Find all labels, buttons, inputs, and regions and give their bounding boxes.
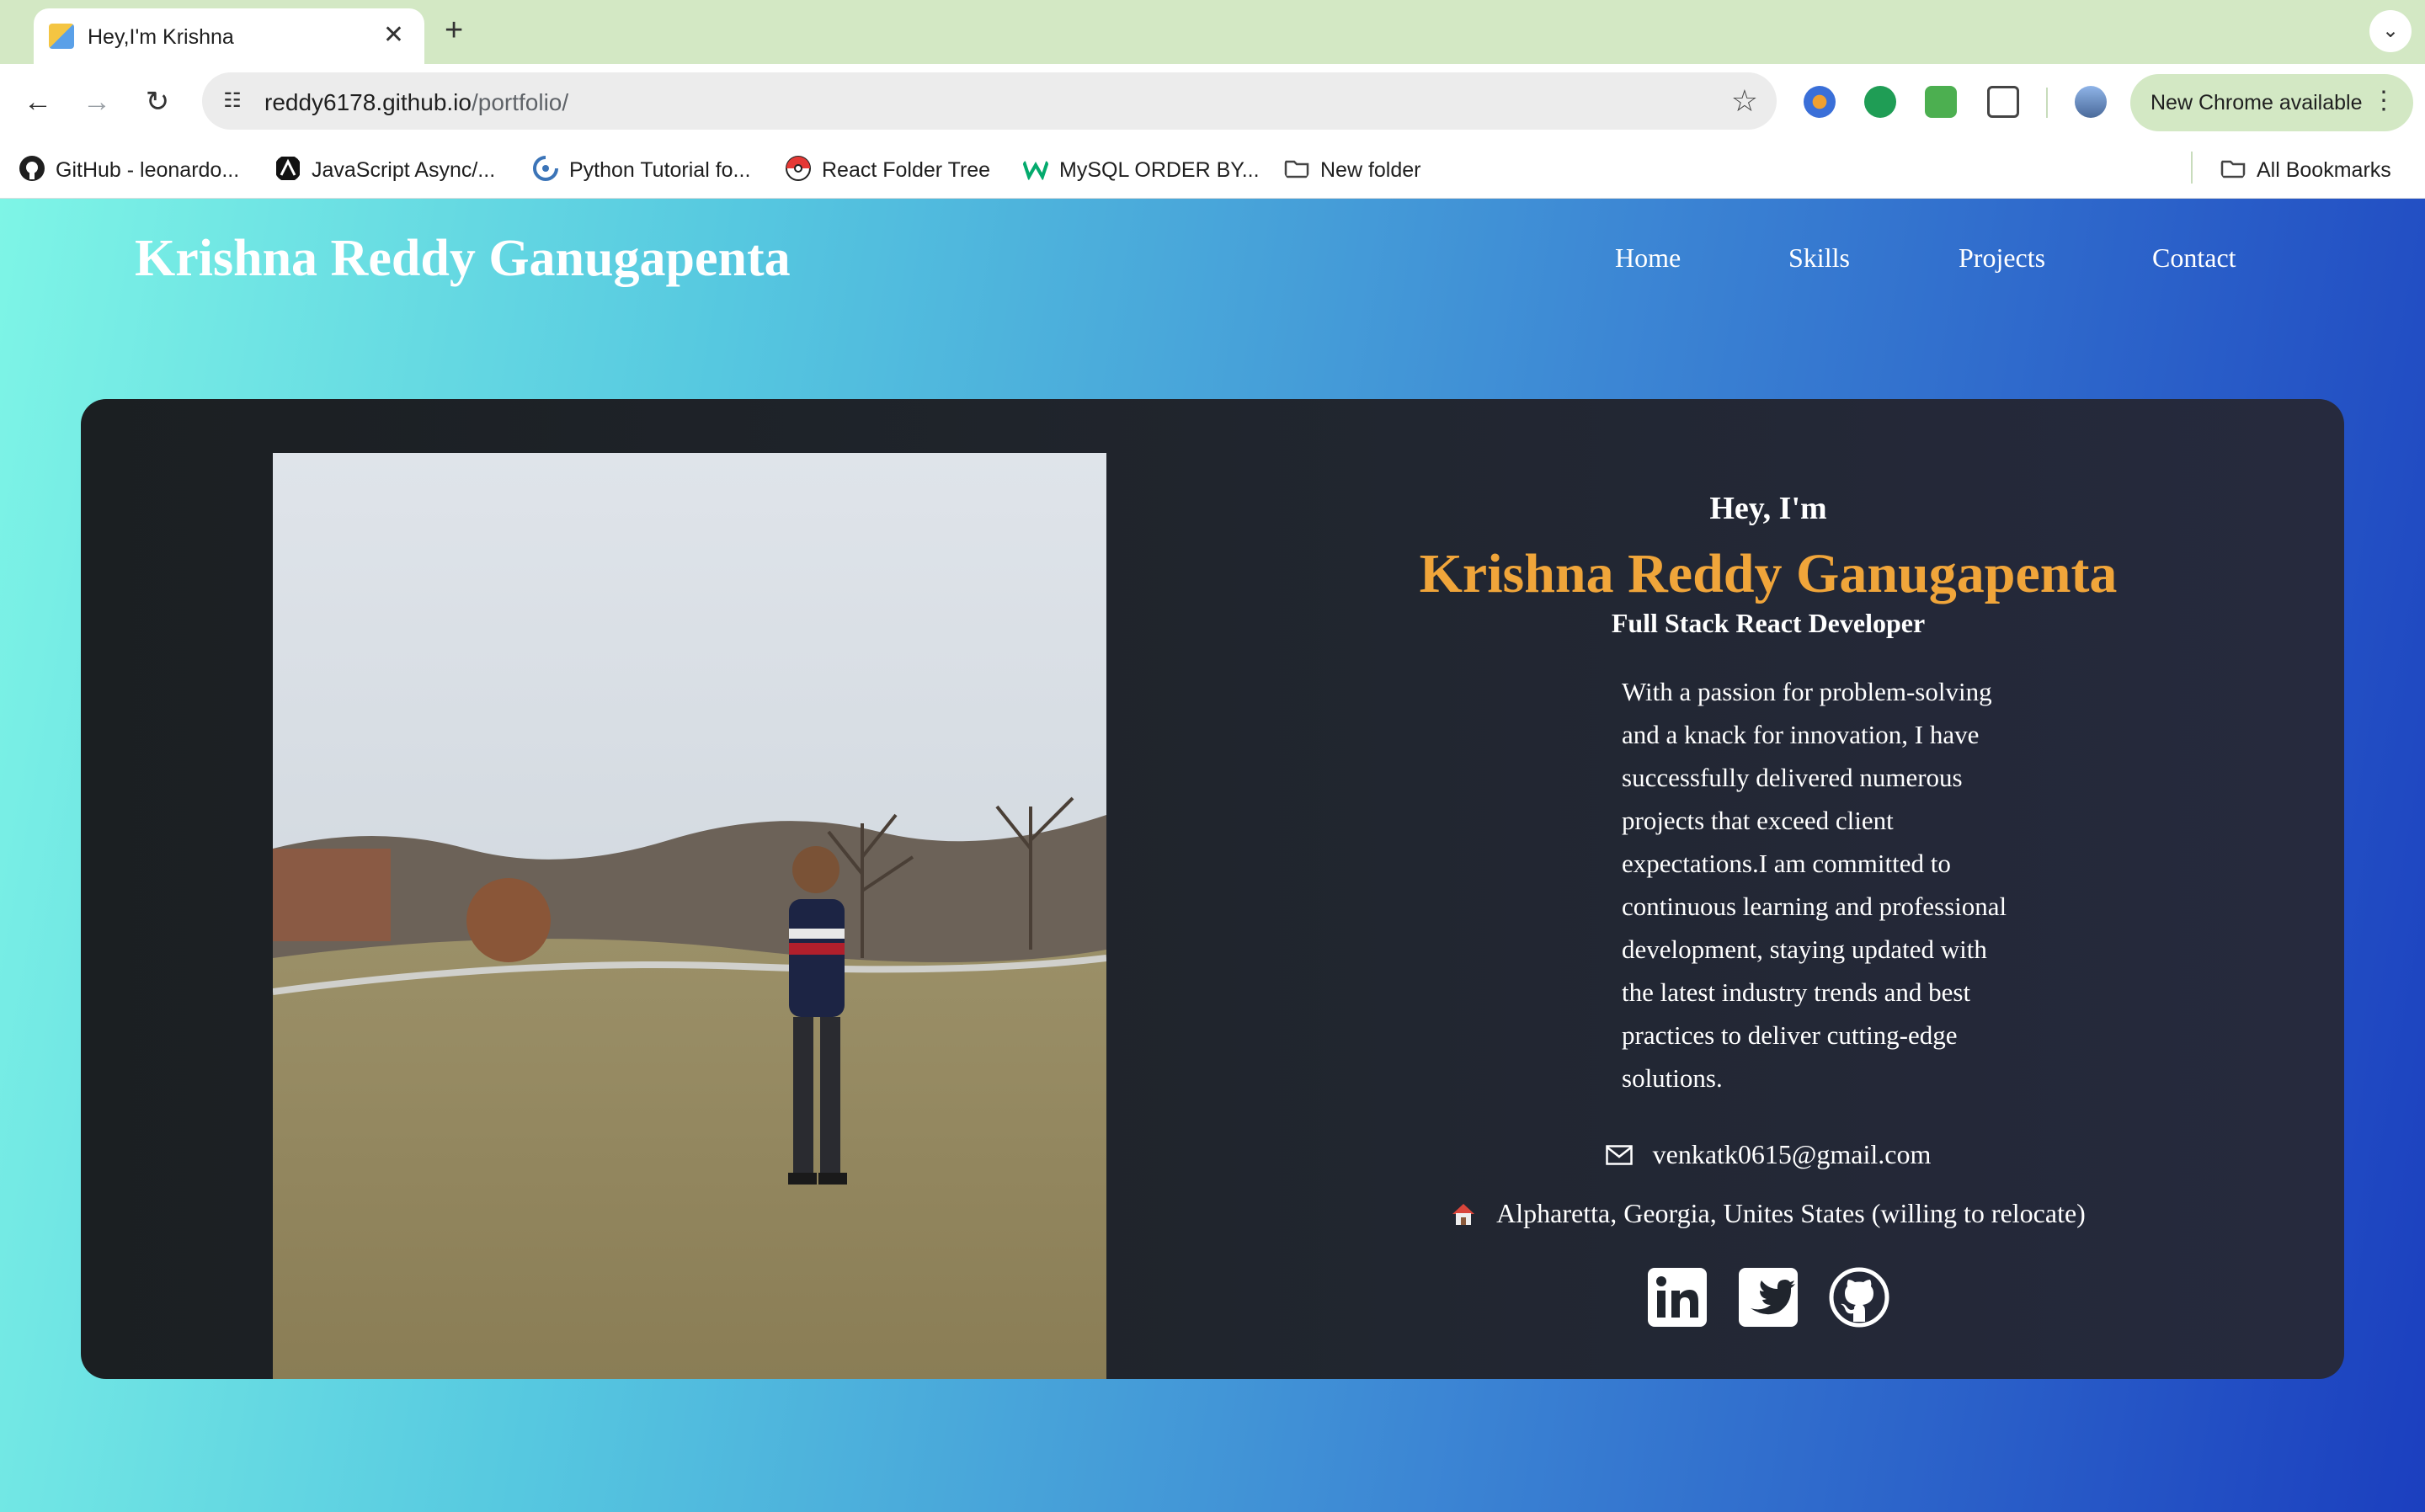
bookmark-label: GitHub - leonardo... <box>56 158 240 182</box>
linkedin-link[interactable] <box>1646 1266 1708 1328</box>
nav-home[interactable]: Home <box>1615 242 1681 274</box>
extensions-puzzle-icon[interactable] <box>1987 86 2019 118</box>
favicon-icon <box>49 24 74 49</box>
hero-bio: With a passion for problem-solving and a… <box>1622 677 2007 1093</box>
folder-icon <box>1284 160 1309 178</box>
tab-title: Hey,I'm Krishna <box>88 25 234 49</box>
profile-avatar[interactable] <box>2075 86 2107 118</box>
url-text[interactable]: reddy6178.github.io/portfolio/ <box>264 89 568 116</box>
linkedin-icon <box>1647 1268 1707 1327</box>
nav-projects[interactable]: Projects <box>1959 242 2045 274</box>
home-icon <box>1452 1203 1475 1225</box>
update-chrome-label: New Chrome available <box>2151 91 2363 114</box>
site-brand[interactable]: Krishna Reddy Ganugapenta <box>135 229 791 289</box>
more-menu-icon[interactable]: ⋮ <box>2371 86 2396 115</box>
robot-extension-icon[interactable] <box>1925 86 1957 118</box>
github-icon <box>1829 1267 1889 1328</box>
tab-search-button[interactable]: ⌄ <box>2369 10 2412 52</box>
hero-card: Hey, I'm Krishna Reddy Ganugapenta Full … <box>81 399 2344 1379</box>
forward-button[interactable]: → <box>77 83 116 121</box>
hero-info: Hey, I'm Krishna Reddy Ganugapenta Full … <box>1192 399 2344 1379</box>
python-icon <box>533 156 558 181</box>
bookmarks-bar: GitHub - leonardo... JavaScript Async/..… <box>0 140 2425 199</box>
folder-icon <box>2220 160 2246 178</box>
pokeball-icon <box>786 156 811 181</box>
profile-photo <box>273 453 1106 1379</box>
extension-icon[interactable] <box>1804 86 1836 118</box>
update-chrome-button[interactable]: New Chrome available ⋮ <box>2130 74 2413 131</box>
bookmark-label: New folder <box>1320 158 1421 182</box>
location-text: Alpharetta, Georgia, Unites States (will… <box>1496 1198 2086 1229</box>
toolbar-divider <box>2046 88 2048 118</box>
portfolio-page: Krishna Reddy Ganugapenta Home Skills Pr… <box>0 199 2425 1512</box>
twitter-link[interactable] <box>1737 1266 1799 1328</box>
back-button[interactable]: ← <box>19 83 57 121</box>
hero-role: Full Stack React Developer <box>1611 608 1926 638</box>
grammarly-icon[interactable] <box>1864 86 1896 118</box>
social-links <box>1192 1266 2344 1328</box>
site-info-icon[interactable]: ☷ <box>219 88 246 114</box>
address-bar[interactable]: ☷ reddy6178.github.io/portfolio/ ☆ <box>202 72 1777 130</box>
tab-strip: Hey,I'm Krishna ✕ + ⌄ <box>0 0 2425 64</box>
twitter-icon <box>1739 1268 1798 1327</box>
bookmark-star-icon[interactable]: ☆ <box>1731 83 1758 120</box>
bookmark-label: React Folder Tree <box>822 158 991 182</box>
mail-icon <box>1605 1144 1633 1165</box>
email-text: venkatk0615@gmail.com <box>1652 1139 1932 1170</box>
nav-skills[interactable]: Skills <box>1788 242 1850 274</box>
reload-button[interactable]: ↻ <box>138 83 177 121</box>
email-contact[interactable]: venkatk0615@gmail.com <box>1192 1137 2344 1170</box>
hero-name: Krishna Reddy Ganugapenta <box>1419 543 2118 604</box>
all-bookmarks-label: All Bookmarks <box>2257 158 2391 182</box>
browser-tab[interactable]: Hey,I'm Krishna ✕ <box>34 8 424 64</box>
github-link[interactable] <box>1828 1266 1890 1328</box>
browser-toolbar: ← → ↻ ☷ reddy6178.github.io/portfolio/ ☆… <box>0 64 2425 140</box>
bookmark-label: JavaScript Async/... <box>312 158 496 182</box>
bookmark-label: MySQL ORDER BY... <box>1059 158 1260 182</box>
url-host: reddy6178.github.io <box>264 89 472 115</box>
close-tab-icon[interactable]: ✕ <box>383 20 404 51</box>
w3schools-icon <box>1022 161 1049 181</box>
url-path: /portfolio/ <box>471 89 569 115</box>
location-info: Alpharetta, Georgia, Unites States (will… <box>1192 1195 2344 1229</box>
new-tab-button[interactable]: + <box>445 12 463 49</box>
github-icon <box>19 156 45 181</box>
bookmark-label: Python Tutorial fo... <box>569 158 751 182</box>
javascript-icon <box>276 157 300 180</box>
nav-contact[interactable]: Contact <box>2152 242 2236 274</box>
hero-greeting: Hey, I'm <box>1709 491 1827 526</box>
bookmarks-divider <box>2191 152 2193 184</box>
